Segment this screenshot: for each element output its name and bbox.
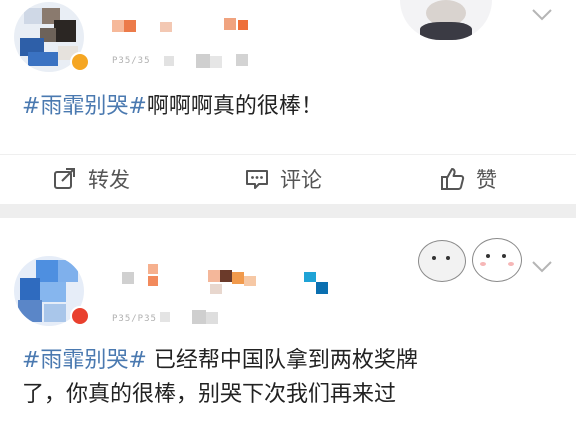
username[interactable] bbox=[112, 258, 342, 302]
feed-post: P35/35 #雨霏别哭#啊啊啊真的很棒！ 转发 评论 赞 bbox=[0, 0, 576, 204]
feed-post: P35/P35 #雨霏别哭# 已经帮中国队拿到两枚奖牌 了，你真的很棒，别哭下次… bbox=[0, 218, 576, 436]
card-decoration-image bbox=[400, 0, 492, 40]
action-bar: 转发 评论 赞 bbox=[0, 154, 576, 204]
verified-badge-icon bbox=[70, 306, 90, 326]
repost-label: 转发 bbox=[88, 168, 130, 192]
post-body-line-2: 了，你真的很棒，别哭下次我们再来过 bbox=[22, 382, 397, 407]
chevron-down-icon[interactable] bbox=[529, 6, 555, 24]
post-time-blur bbox=[160, 308, 240, 328]
post-time: P35/35 bbox=[112, 56, 151, 66]
like-button[interactable]: 赞 bbox=[440, 163, 497, 195]
comment-label: 评论 bbox=[280, 168, 322, 192]
post-text: #雨霏别哭# 已经帮中国队拿到两枚奖牌 了，你真的很棒，别哭下次我们再来过 bbox=[22, 344, 556, 412]
chevron-down-icon[interactable] bbox=[529, 258, 555, 276]
post-body: 啊啊啊真的很棒！ bbox=[146, 94, 323, 119]
feed-separator bbox=[0, 204, 576, 218]
post-time: P35/P35 bbox=[112, 314, 157, 324]
share-box-icon bbox=[54, 168, 75, 189]
topic-link[interactable]: #雨霏别哭# bbox=[22, 94, 147, 119]
verified-badge-icon bbox=[70, 52, 90, 72]
comment-bubble-icon bbox=[246, 170, 268, 189]
repost-button[interactable]: 转发 bbox=[52, 163, 130, 195]
post-body-line-1: 已经帮中国队拿到两枚奖牌 bbox=[146, 348, 418, 373]
username[interactable] bbox=[112, 16, 272, 38]
topic-link[interactable]: #雨霏别哭# bbox=[22, 348, 147, 373]
comment-button[interactable]: 评论 bbox=[244, 163, 322, 195]
like-label: 赞 bbox=[476, 168, 497, 192]
thumbs-up-icon bbox=[441, 168, 465, 190]
post-time-blur bbox=[150, 54, 250, 70]
card-decoration-image bbox=[414, 232, 538, 284]
post-text: #雨霏别哭#啊啊啊真的很棒！ bbox=[22, 90, 556, 124]
